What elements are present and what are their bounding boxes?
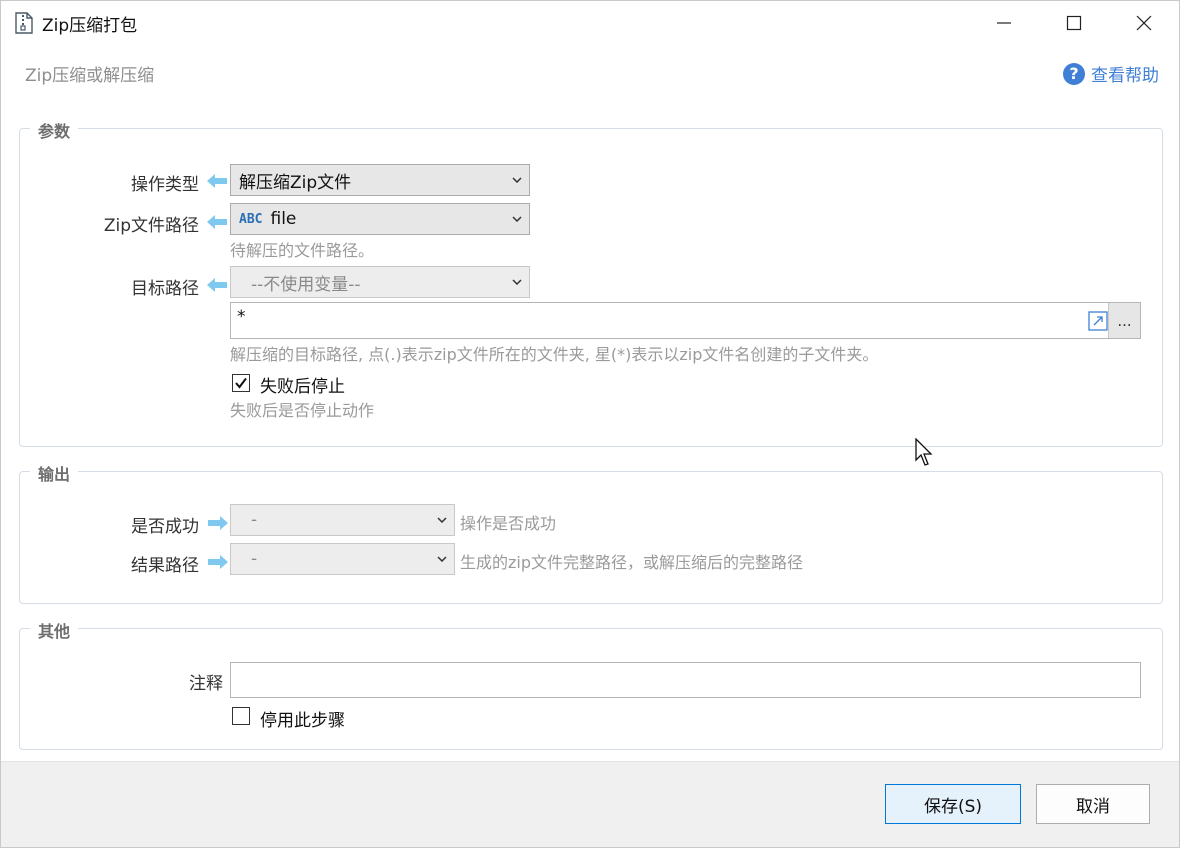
stop-on-fail-checkbox[interactable] (232, 374, 250, 392)
input-arrow-icon (207, 215, 227, 229)
zip-path-select[interactable]: ABC file (230, 203, 530, 235)
string-type-icon: ABC (239, 211, 263, 227)
maximize-button[interactable] (1039, 1, 1109, 45)
checkmark-icon (235, 377, 247, 389)
target-path-input[interactable]: * ... (230, 302, 1141, 339)
output-arrow-icon (208, 516, 228, 530)
result-path-select[interactable]: - (230, 543, 455, 575)
target-path-variable-select[interactable]: --不使用变量-- (230, 266, 530, 298)
maximize-icon (1066, 15, 1082, 31)
minimize-icon (997, 22, 1011, 24)
result-path-value: - (251, 549, 258, 569)
success-hint: 操作是否成功 (460, 514, 557, 533)
mouse-cursor-icon (915, 438, 933, 466)
disable-step-checkbox[interactable] (232, 707, 250, 725)
comment-input[interactable] (230, 662, 1141, 698)
success-select[interactable]: - (230, 504, 455, 536)
success-value: - (251, 510, 258, 530)
op-type-label: 操作类型 (131, 175, 199, 195)
help-icon: ? (1063, 62, 1085, 85)
input-arrow-icon (207, 174, 227, 188)
params-group-title: 参数 (30, 118, 79, 142)
browse-button[interactable]: ... (1108, 303, 1140, 338)
chevron-down-icon (430, 556, 454, 562)
dialog-subtitle: Zip压缩或解压缩 (25, 66, 155, 86)
minimize-button[interactable] (969, 1, 1039, 45)
zip-file-icon (15, 12, 33, 34)
save-button[interactable]: 保存(S) (885, 784, 1021, 824)
title-bar: Zip压缩打包 (1, 1, 1179, 45)
stop-on-fail-hint: 失败后是否停止动作 (230, 401, 375, 420)
other-group-title: 其他 (30, 618, 79, 642)
target-path-variable-value: --不使用变量-- (251, 274, 361, 295)
target-path-input-value: * (237, 307, 246, 327)
chevron-down-icon (430, 517, 454, 523)
output-arrow-icon (208, 555, 228, 569)
window-title: Zip压缩打包 (42, 16, 138, 36)
comment-label: 注释 (189, 674, 223, 694)
output-group: 输出 (19, 461, 1163, 604)
input-arrow-icon (207, 278, 227, 292)
disable-step-label: 停用此步骤 (260, 711, 345, 731)
zip-path-label: Zip文件路径 (103, 216, 199, 236)
success-label: 是否成功 (131, 517, 199, 537)
stop-on-fail-label: 失败后停止 (260, 377, 345, 397)
target-path-hint: 解压缩的目标路径, 点(.)表示zip文件所在的文件夹, 星(*)表示以zip文… (230, 345, 879, 364)
help-label: 查看帮助 (1091, 66, 1159, 86)
help-link[interactable]: ? 查看帮助 (1063, 61, 1159, 86)
result-path-label: 结果路径 (131, 556, 199, 576)
close-button[interactable] (1109, 1, 1179, 45)
zip-path-hint: 待解压的文件路径。 (230, 241, 375, 260)
dialog-window: Zip压缩打包 Zip压缩或解压缩 ? 查看帮助 参数 输出 其他 操作类型 解… (0, 0, 1180, 848)
op-type-select[interactable]: 解压缩Zip文件 (230, 164, 530, 196)
chevron-down-icon (505, 279, 529, 285)
chevron-down-icon (505, 216, 529, 222)
zip-path-value: file (270, 209, 297, 229)
op-type-value: 解压缩Zip文件 (239, 172, 352, 193)
target-path-label: 目标路径 (131, 279, 199, 299)
output-group-title: 输出 (30, 461, 79, 485)
result-path-hint: 生成的zip文件完整路径，或解压缩后的完整路径 (460, 553, 804, 572)
cancel-button[interactable]: 取消 (1036, 784, 1150, 824)
open-external-icon[interactable] (1087, 310, 1109, 332)
close-icon (1136, 15, 1152, 31)
chevron-down-icon (505, 177, 529, 183)
